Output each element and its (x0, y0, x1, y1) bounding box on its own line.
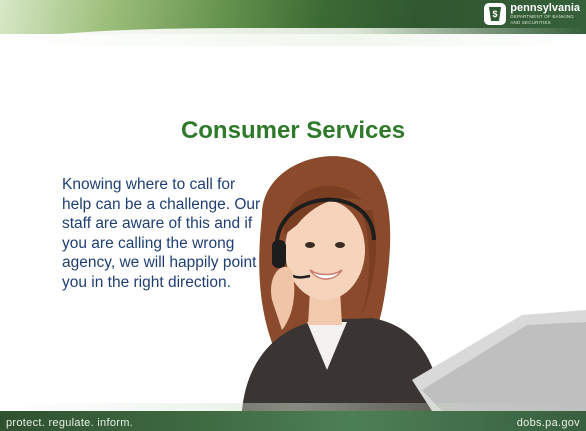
footer-tagline: protect. regulate. inform. (6, 417, 134, 429)
svg-text:$: $ (493, 9, 498, 19)
logo-subtitle-1: DEPARTMENT OF BANKING (510, 14, 575, 19)
keystone-icon: $ (484, 3, 507, 25)
pa-logo: $ pennsylvania DEPARTMENT OF BANKING AND… (484, 3, 580, 25)
footer-url: dobs.pa.gov (516, 417, 580, 429)
logo-subtitle-2: AND SECURITIES (510, 19, 551, 25)
woman-with-headset-photo (242, 156, 586, 411)
logo-name: pennsylvania (510, 2, 580, 14)
slide: $ pennsylvania DEPARTMENT OF BANKING AND… (0, 0, 586, 431)
